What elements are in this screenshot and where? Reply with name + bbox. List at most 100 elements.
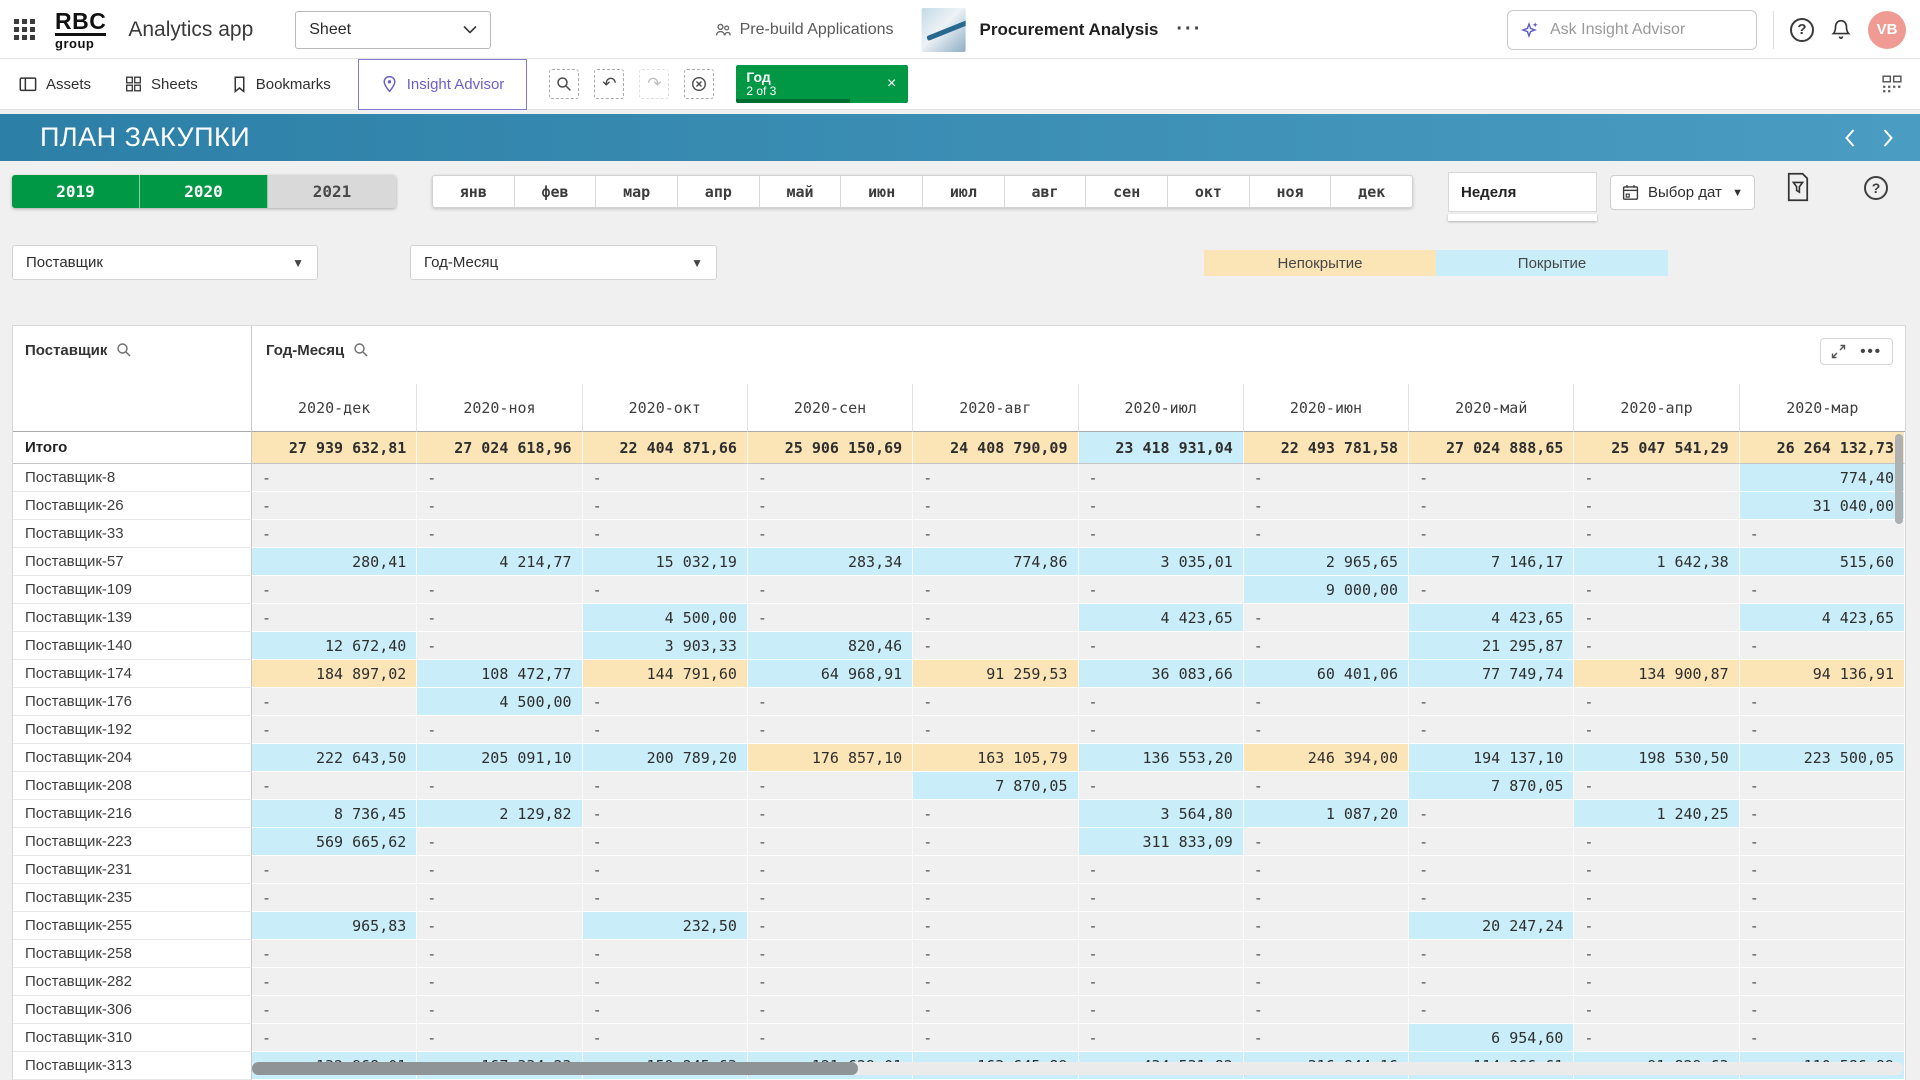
week-listbox[interactable]: Неделя: [1448, 172, 1597, 221]
supplier-cell[interactable]: Поставщик-33: [13, 520, 252, 548]
next-sheet-icon[interactable]: [1882, 128, 1894, 148]
month-button-авг[interactable]: авг: [1005, 176, 1087, 207]
supplier-cell[interactable]: Поставщик-258: [13, 940, 252, 968]
month-button-янв[interactable]: янв: [433, 176, 515, 207]
supplier-cell[interactable]: Поставщик-192: [13, 716, 252, 744]
layout-options-icon[interactable]: [1882, 75, 1920, 93]
date-picker-button[interactable]: Выбор дат ▼: [1610, 175, 1755, 210]
supplier-cell[interactable]: Поставщик-216: [13, 800, 252, 828]
smart-search-icon[interactable]: [549, 69, 579, 99]
supplier-cell[interactable]: Поставщик-140: [13, 632, 252, 660]
supplier-filter-dropdown[interactable]: Поставщик ▼: [12, 245, 318, 280]
supplier-cell[interactable]: Поставщик-109: [13, 576, 252, 604]
column-header[interactable]: 2020-сен: [748, 384, 913, 432]
supplier-cell[interactable]: Поставщик-176: [13, 688, 252, 716]
supplier-cell[interactable]: Поставщик-204: [13, 744, 252, 772]
value-cell: 8 736,45: [252, 800, 417, 828]
table-row: Поставщик-2168 736,452 129,82---3 564,80…: [13, 800, 1905, 828]
supplier-cell[interactable]: Поставщик-26: [13, 492, 252, 520]
supplier-cell[interactable]: Поставщик-310: [13, 1024, 252, 1052]
search-icon[interactable]: [353, 342, 369, 384]
filter-pane-icon[interactable]: [1785, 172, 1811, 202]
supplier-cell[interactable]: Поставщик-255: [13, 912, 252, 940]
vertical-scrollbar[interactable]: [1895, 434, 1903, 524]
supplier-cell[interactable]: Поставщик-57: [13, 548, 252, 576]
supplier-cell[interactable]: Поставщик-231: [13, 856, 252, 884]
value-cell: 283,34: [748, 548, 913, 576]
month-button-мар[interactable]: мар: [596, 176, 678, 207]
app-thumbnail[interactable]: [922, 8, 966, 52]
column-header[interactable]: 2020-авг: [913, 384, 1078, 432]
table-row: Поставщик-14012 672,40-3 903,33820,46---…: [13, 632, 1905, 660]
help-icon[interactable]: ?: [1790, 18, 1814, 42]
value-cell: -: [748, 856, 913, 884]
column-header[interactable]: 2020-мар: [1740, 384, 1905, 432]
week-filter-label[interactable]: Неделя: [1448, 172, 1597, 212]
insight-advisor-button[interactable]: Insight Advisor: [358, 59, 528, 110]
column-header[interactable]: 2020-апр: [1574, 384, 1739, 432]
app-name: Procurement Analysis: [980, 20, 1159, 40]
bookmarks-button[interactable]: Bookmarks: [215, 59, 348, 110]
value-cell: 280,41: [252, 548, 417, 576]
value-cell: 2 129,82: [417, 800, 582, 828]
column-header[interactable]: 2020-дек: [252, 384, 417, 432]
column-header[interactable]: 2020-окт: [583, 384, 748, 432]
column-header[interactable]: 2020-июн: [1244, 384, 1409, 432]
fullscreen-icon[interactable]: [1831, 344, 1846, 359]
assets-button[interactable]: Assets: [2, 59, 108, 110]
sheets-button[interactable]: Sheets: [108, 59, 215, 110]
yearmonth-filter-dropdown[interactable]: Год-Месяц ▼: [410, 245, 717, 280]
month-button-сен[interactable]: сен: [1086, 176, 1168, 207]
selection-chip-year[interactable]: Год 2 of 3 ×: [736, 65, 908, 103]
supplier-cell[interactable]: Поставщик-282: [13, 968, 252, 996]
close-icon[interactable]: ×: [875, 75, 908, 93]
year-button-2021[interactable]: 2021: [268, 175, 396, 208]
value-cell: -: [417, 604, 582, 632]
month-button-апр[interactable]: апр: [678, 176, 760, 207]
more-options-icon[interactable]: •••: [1860, 347, 1882, 357]
avatar[interactable]: VB: [1868, 11, 1906, 49]
notifications-bell-icon[interactable]: [1830, 18, 1852, 42]
sheet-help-icon[interactable]: ?: [1864, 176, 1888, 200]
supplier-cell[interactable]: Поставщик-306: [13, 996, 252, 1024]
redo-icon[interactable]: ↷: [639, 69, 669, 99]
supplier-cell[interactable]: Поставщик-8: [13, 464, 252, 492]
search-icon[interactable]: [116, 342, 132, 431]
month-button-июл[interactable]: июл: [923, 176, 1005, 207]
undo-icon[interactable]: ↶: [594, 69, 624, 99]
month-button-ноя[interactable]: ноя: [1250, 176, 1332, 207]
insight-advisor-search[interactable]: [1507, 10, 1757, 50]
year-button-2019[interactable]: 2019: [12, 175, 140, 208]
clear-selections-icon[interactable]: [684, 69, 714, 99]
supplier-cell[interactable]: Поставщик-174: [13, 660, 252, 688]
row-dimension-header[interactable]: Поставщик: [13, 326, 252, 432]
previous-sheet-icon[interactable]: [1844, 128, 1856, 148]
search-input[interactable]: [1550, 21, 1730, 39]
value-cell: -: [1409, 492, 1574, 520]
month-button-июн[interactable]: июн: [841, 176, 923, 207]
app-more-menu[interactable]: ···: [1172, 18, 1206, 41]
column-header[interactable]: 2020-ноя: [417, 384, 582, 432]
supplier-cell[interactable]: Поставщик-139: [13, 604, 252, 632]
month-button-дек[interactable]: дек: [1331, 176, 1412, 207]
column-header[interactable]: 2020-май: [1409, 384, 1574, 432]
supplier-cell[interactable]: Поставщик-235: [13, 884, 252, 912]
horizontal-scrollbar-thumb[interactable]: [252, 1062, 858, 1075]
sheet-selector[interactable]: Sheet: [295, 11, 491, 49]
prebuild-applications-link[interactable]: Pre-build Applications: [714, 21, 894, 39]
supplier-cell[interactable]: Поставщик-313: [13, 1052, 252, 1080]
app-launcher-icon[interactable]: [14, 19, 35, 40]
month-button-май[interactable]: май: [760, 176, 842, 207]
value-cell: 20 247,24: [1409, 912, 1574, 940]
horizontal-scrollbar-track[interactable]: [252, 1062, 1903, 1075]
month-button-фев[interactable]: фев: [515, 176, 597, 207]
value-cell: -: [252, 772, 417, 800]
year-button-2020[interactable]: 2020: [140, 175, 268, 208]
value-cell: 60 401,06: [1244, 660, 1409, 688]
supplier-cell[interactable]: Поставщик-223: [13, 828, 252, 856]
column-dimension-header[interactable]: Год-Месяц •••: [252, 326, 1905, 384]
value-cell: 6 954,60: [1409, 1024, 1574, 1052]
column-header[interactable]: 2020-июл: [1079, 384, 1244, 432]
supplier-cell[interactable]: Поставщик-208: [13, 772, 252, 800]
month-button-окт[interactable]: окт: [1168, 176, 1250, 207]
